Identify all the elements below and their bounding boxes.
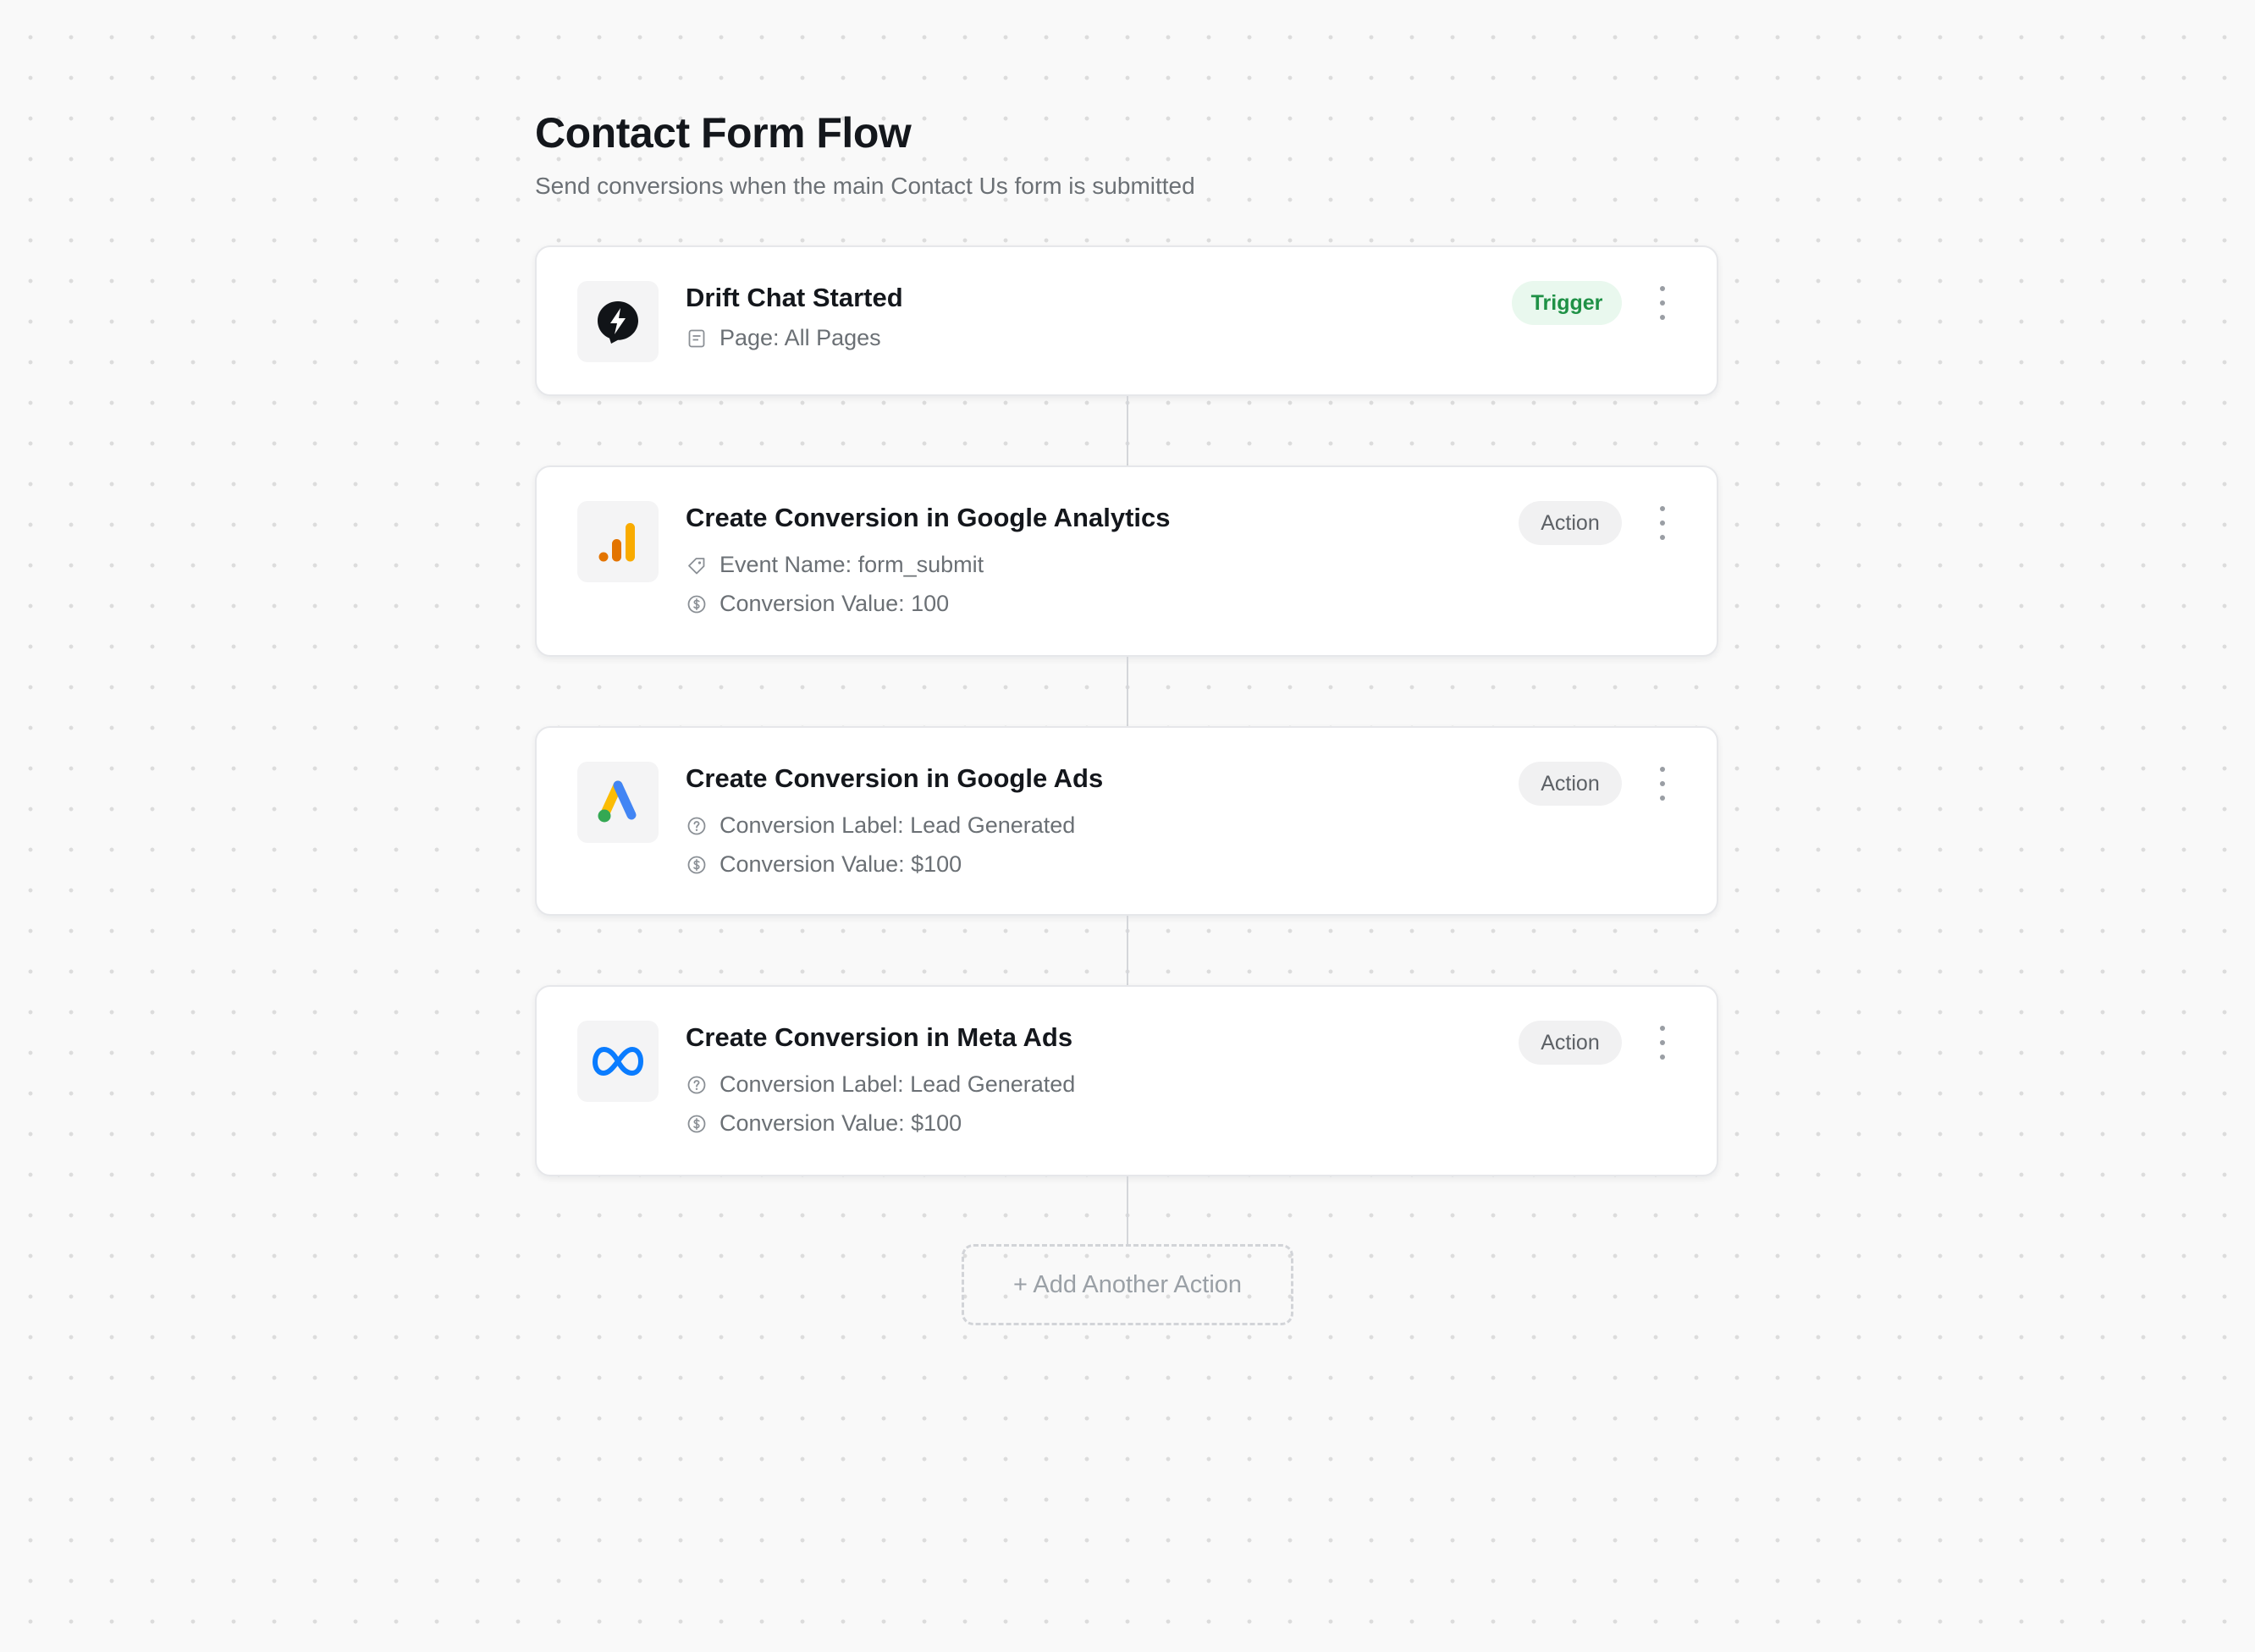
step-title: Create Conversion in Google Ads [686,763,1104,793]
google-ads-icon [598,780,637,823]
step-detail-text: Conversion Value: $100 [720,851,962,877]
dollar-circle-icon [686,593,708,615]
step-detail-conversion-value: Conversion Value: $100 [686,1110,962,1137]
step-card-drift-trigger[interactable]: Drift Chat Started Page: All Pages Trigg… [535,245,1718,396]
drift-icon [598,301,638,344]
tag-icon [686,554,708,576]
connector-line [1127,396,1128,465]
step-title: Create Conversion in Google Analytics [686,503,1171,532]
action-badge: Action [1519,1021,1622,1065]
step-card-google-analytics[interactable]: Create Conversion in Google Analytics Ev… [535,465,1718,657]
step-detail-text: Event Name: form_submit [720,552,984,577]
step-detail-conversion-label: Conversion Label: Lead Generated [686,812,1075,839]
more-options-icon[interactable] [1652,506,1673,540]
step-detail-conversion-value: Conversion Value: 100 [686,591,949,617]
step-detail-conversion-value: Conversion Value: $100 [686,851,962,878]
step-card-google-ads[interactable]: Create Conversion in Google Ads Conversi… [535,726,1718,916]
page-title: Contact Form Flow [535,109,912,157]
question-circle-icon [686,1074,708,1096]
connector-line [1127,916,1128,985]
step-title: Drift Chat Started [686,283,903,312]
step-detail-text: Conversion Label: Lead Generated [720,812,1076,838]
trigger-badge: Trigger [1512,281,1622,325]
action-badge: Action [1519,762,1622,806]
action-badge: Action [1519,501,1622,545]
google-analytics-logo [577,501,659,582]
more-options-icon[interactable] [1652,1026,1673,1060]
more-options-icon[interactable] [1652,286,1673,320]
google-ads-logo [577,762,659,843]
step-detail-event-name: Event Name: form_submit [686,552,984,578]
connector-line [1127,657,1128,726]
step-detail-text: Conversion Value: $100 [720,1110,962,1136]
step-detail-text: Conversion Value: 100 [720,591,950,616]
step-detail-text: Conversion Label: Lead Generated [720,1071,1076,1097]
page-icon [686,328,708,350]
step-detail-conversion-label: Conversion Label: Lead Generated [686,1071,1075,1098]
step-title: Create Conversion in Meta Ads [686,1022,1073,1052]
more-options-icon[interactable] [1652,767,1673,801]
connector-line [1127,1176,1128,1244]
step-detail-page: Page: All Pages [686,325,881,351]
meta-icon [593,1047,643,1076]
add-another-action-button[interactable]: + Add Another Action [962,1244,1293,1325]
step-detail-text: Page: All Pages [720,325,881,350]
google-analytics-icon [598,523,635,562]
page-subtitle: Send conversions when the main Contact U… [535,173,1195,199]
drift-logo [577,281,659,362]
dollar-circle-icon [686,1113,708,1135]
dollar-circle-icon [686,854,708,876]
meta-logo [577,1021,659,1102]
step-card-meta-ads[interactable]: Create Conversion in Meta Ads Conversion… [535,985,1718,1176]
question-circle-icon [686,815,708,837]
